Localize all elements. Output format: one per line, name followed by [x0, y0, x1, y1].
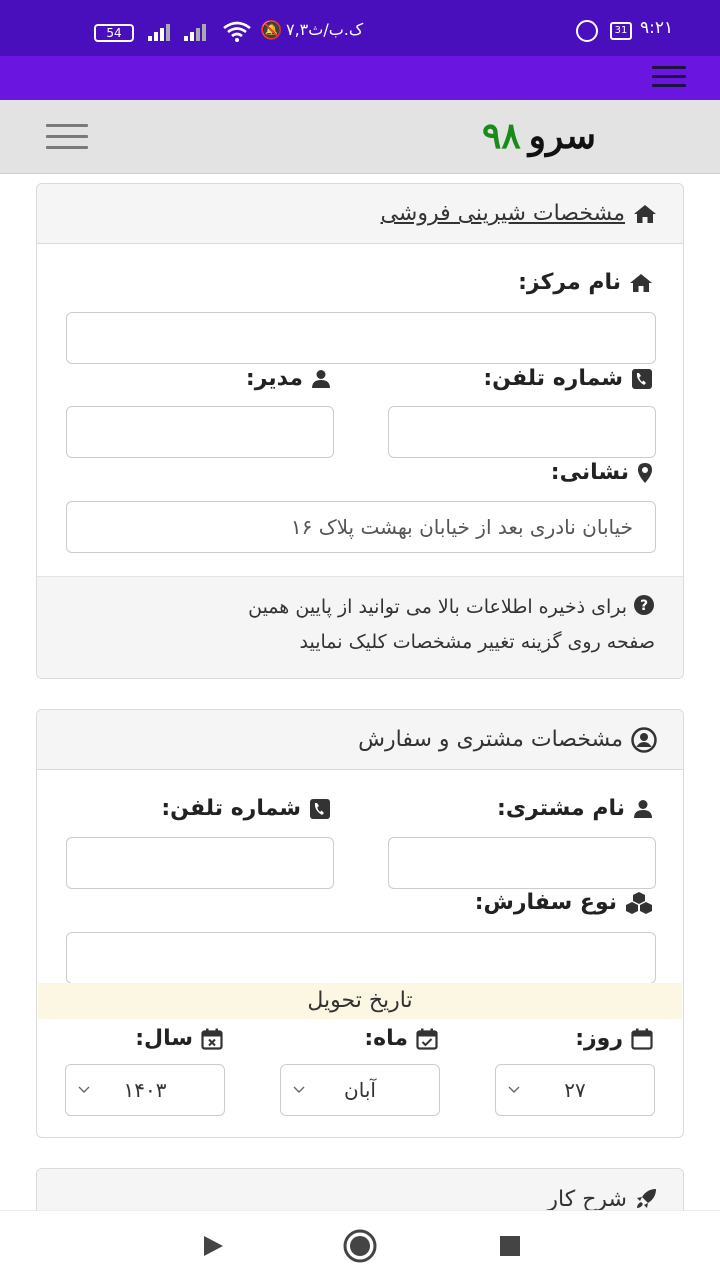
address-input[interactable]: خیابان نادری بعد از خیابان بهشت پلاک ۱۶	[66, 501, 656, 553]
system-navigation-bar	[0, 1210, 720, 1280]
question-circle-icon: ?	[633, 594, 655, 626]
customer-phone-input[interactable]	[66, 837, 334, 889]
customer-order-panel: مشخصات مشتری و سفارش نام مشتری: شماره تل…	[36, 709, 684, 1138]
year-select[interactable]: ۱۴۰۳	[65, 1064, 225, 1116]
shop-panel-header[interactable]: مشخصات شیرینی فروشی	[37, 184, 683, 244]
back-icon[interactable]	[202, 1235, 224, 1257]
save-hint: ? برای ذخیره اطلاعات بالا می توانید از پ…	[37, 576, 683, 678]
home-icon	[629, 273, 653, 293]
order-type-label: نوع سفارش:	[475, 890, 653, 915]
shop-panel-title: مشخصات شیرینی فروشی	[380, 201, 625, 226]
month-select[interactable]: آبان	[280, 1064, 440, 1116]
map-marker-icon	[637, 462, 653, 484]
cubes-icon	[625, 891, 653, 915]
customer-name-input[interactable]	[388, 837, 656, 889]
day-select[interactable]: ۲۷	[495, 1064, 655, 1116]
phone-label: شماره تلفن:	[483, 366, 653, 391]
app-notification-icon	[576, 20, 598, 42]
brand-logo[interactable]: ۹۸ سرو	[482, 116, 596, 156]
address-label: نشانی:	[551, 460, 653, 485]
svg-text:?: ?	[640, 598, 648, 614]
clock: ۹:۲۱	[640, 18, 674, 38]
calendar-times-icon	[201, 1028, 223, 1050]
brand-name: سرو	[528, 115, 597, 157]
rocket-icon	[635, 1188, 657, 1210]
delivery-date-title: تاریخ تحویل	[307, 988, 413, 1013]
manager-input[interactable]	[66, 406, 334, 458]
delivery-date-banner: تاریخ تحویل	[38, 983, 682, 1019]
chevron-down-icon	[293, 1086, 305, 1093]
recents-icon[interactable]	[500, 1236, 520, 1256]
user-circle-icon	[631, 726, 657, 753]
user-icon	[311, 369, 331, 389]
customer-name-label: نام مشتری:	[497, 796, 653, 821]
hamburger-menu-icon[interactable]	[46, 124, 88, 150]
status-bar: ۹:۲۱ 31 ۷,۳ک.ب/ث 🔕 54	[0, 0, 720, 56]
order-type-input[interactable]	[66, 932, 656, 984]
customer-phone-label: شماره تلفن:	[161, 796, 331, 821]
center-name-label: نام مرکز:	[518, 270, 653, 295]
wifi-icon	[223, 21, 251, 42]
work-panel-title: شرح کار	[547, 1186, 627, 1212]
calendar-day: 31	[614, 25, 628, 36]
save-hint-line1: برای ذخیره اطلاعات بالا می توانید از پای…	[248, 596, 627, 618]
signal-icon-sim2	[184, 24, 206, 41]
calendar-icon	[631, 1028, 653, 1050]
phone-icon	[631, 368, 653, 390]
site-header: ۹۸ سرو	[0, 100, 720, 174]
month-value: آبان	[344, 1078, 376, 1102]
chevron-down-icon	[508, 1086, 520, 1093]
address-value: خیابان نادری بعد از خیابان بهشت پلاک ۱۶	[290, 515, 633, 539]
user-icon	[633, 799, 653, 819]
calendar-icon: 31	[610, 22, 632, 40]
network-speed: ۷,۳ک.ب/ث	[286, 20, 364, 39]
calendar-check-icon	[416, 1028, 438, 1050]
year-label: سال:	[135, 1026, 223, 1051]
shop-details-panel: مشخصات شیرینی فروشی نام مرکز: شماره تلفن…	[36, 183, 684, 679]
manager-label: مدیر:	[246, 366, 331, 391]
brand-number: ۹۸	[482, 115, 521, 157]
day-value: ۲۷	[564, 1078, 586, 1102]
day-label: روز:	[575, 1026, 653, 1051]
mute-icon: 🔕	[260, 20, 283, 41]
home-button-icon[interactable]	[343, 1229, 377, 1263]
year-value: ۱۴۰۳	[123, 1078, 167, 1102]
phone-icon	[309, 798, 331, 820]
order-panel-title: مشخصات مشتری و سفارش	[358, 727, 623, 752]
month-label: ماه:	[364, 1026, 438, 1051]
signal-icon-sim1	[148, 24, 170, 41]
battery-icon: 54	[94, 24, 134, 42]
app-menu-icon[interactable]	[652, 66, 686, 90]
center-name-input[interactable]	[66, 312, 656, 364]
save-hint-line2: صفحه روی گزینه تغییر مشخصات کلیک نمایید	[299, 631, 655, 653]
home-icon	[633, 204, 657, 224]
battery-level: 54	[106, 26, 122, 40]
order-panel-header: مشخصات مشتری و سفارش	[37, 710, 683, 770]
chevron-down-icon	[78, 1086, 90, 1093]
app-bar	[0, 56, 720, 100]
phone-input[interactable]	[388, 406, 656, 458]
